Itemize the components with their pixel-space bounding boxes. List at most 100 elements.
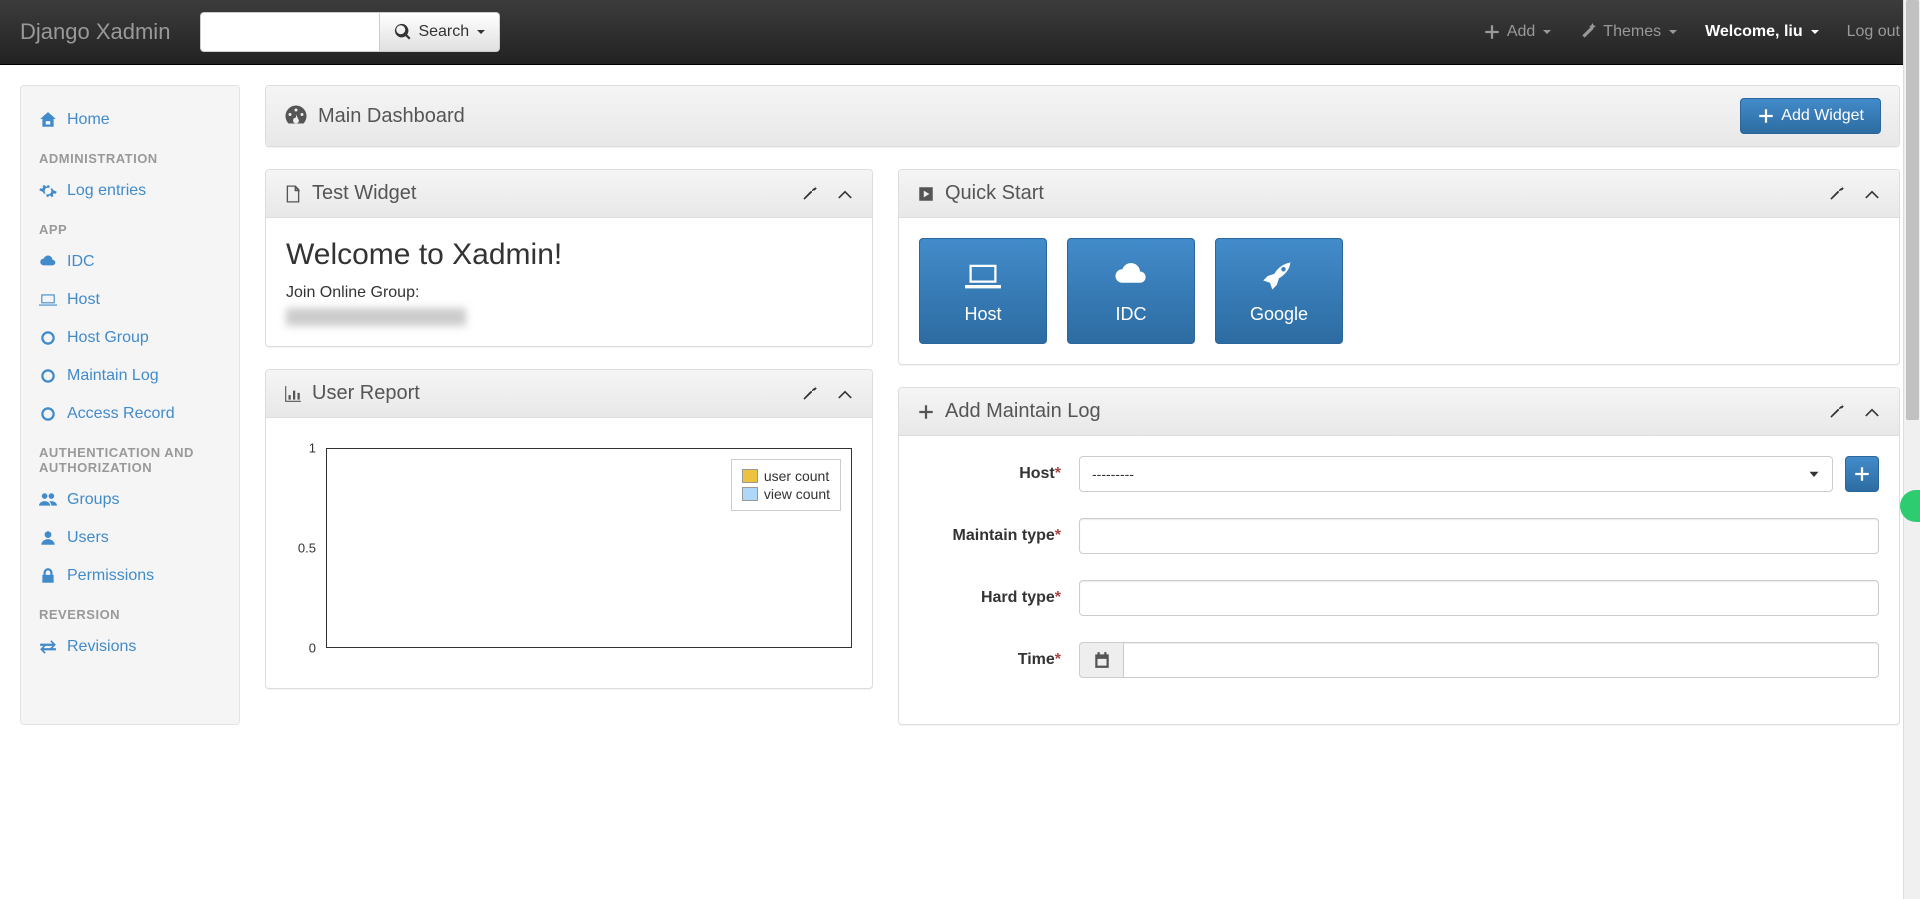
add-host-button[interactable] (1845, 456, 1879, 492)
sidebar-section-reversion: REVERSION (21, 595, 239, 628)
sidebar-section-administration: ADMINISTRATION (21, 139, 239, 172)
sidebar-item-log-entries[interactable]: Log entries (21, 172, 239, 210)
add-widget-label: Add Widget (1781, 107, 1864, 125)
add-menu[interactable]: Add (1483, 23, 1551, 41)
themes-label: Themes (1603, 23, 1661, 41)
users-icon (39, 491, 57, 509)
scrollbar-thumb[interactable] (1906, 0, 1919, 420)
maintain-type-label: Maintain type* (919, 527, 1079, 545)
sidebar-item-host-group[interactable]: Host Group (21, 319, 239, 357)
quick-start-host[interactable]: Host (919, 238, 1047, 344)
host-label: Host* (919, 465, 1079, 483)
search-button[interactable]: Search (380, 12, 500, 52)
wrench-icon[interactable] (800, 185, 818, 203)
quick-start-google[interactable]: Google (1215, 238, 1343, 344)
user-report-chart: 1 0.5 0 user count view count (286, 438, 852, 668)
dashboard-row: Test Widget Welcome to Xadmin! Join Onli… (265, 169, 1900, 725)
circle-icon (39, 405, 57, 423)
dashboard-icon (284, 104, 308, 128)
add-label: Add (1507, 23, 1535, 41)
sidebar: Home ADMINISTRATION Log entries APP IDC … (20, 85, 240, 725)
sidebar-label: Permissions (67, 567, 154, 585)
page-title: Main Dashboard (284, 104, 465, 128)
wrench-icon[interactable] (1827, 185, 1845, 203)
wrench-icon[interactable] (800, 385, 818, 403)
sidebar-label: Access Record (67, 405, 175, 423)
sidebar-item-home[interactable]: Home (21, 101, 239, 139)
search-input[interactable] (200, 12, 380, 52)
y-tick: 1 (309, 441, 316, 456)
bar-chart-icon (284, 385, 302, 403)
caret-icon (1811, 30, 1819, 34)
caret-icon (477, 30, 485, 34)
add-widget-button[interactable]: Add Widget (1740, 98, 1881, 134)
cloud-icon (39, 253, 57, 271)
chevron-up-icon[interactable] (836, 185, 854, 203)
lock-icon (39, 567, 57, 585)
qs-label: IDC (1116, 304, 1147, 325)
wrench-icon[interactable] (1827, 403, 1845, 421)
calendar-addon[interactable] (1079, 642, 1123, 678)
circle-icon (39, 367, 57, 385)
sidebar-label: Host Group (67, 329, 149, 347)
sidebar-item-users[interactable]: Users (21, 519, 239, 557)
quick-start-panel: Quick Start Host (898, 169, 1900, 365)
dashboard-header-panel: Main Dashboard Add Widget (265, 85, 1900, 147)
gear-icon (39, 182, 57, 200)
rocket-icon (1261, 258, 1297, 294)
sidebar-label: Home (67, 111, 110, 129)
brand-link[interactable]: Django Xadmin (20, 19, 170, 45)
test-widget-panel: Test Widget Welcome to Xadmin! Join Onli… (265, 169, 873, 347)
scrollbar[interactable] (1903, 0, 1920, 899)
search-button-label: Search (418, 23, 469, 41)
quick-start-title: Quick Start (917, 182, 1044, 205)
sidebar-label: Users (67, 529, 109, 547)
hard-type-input[interactable] (1079, 580, 1879, 616)
quick-start-idc[interactable]: IDC (1067, 238, 1195, 344)
maintain-type-input[interactable] (1079, 518, 1879, 554)
chevron-up-icon[interactable] (836, 385, 854, 403)
calendar-icon (1093, 651, 1111, 669)
home-icon (39, 111, 57, 129)
wand-icon (1579, 23, 1597, 41)
sidebar-item-permissions[interactable]: Permissions (21, 557, 239, 595)
logout-link[interactable]: Log out (1847, 23, 1900, 41)
navbar-right: Add Themes Welcome, liu Log out (1483, 23, 1900, 41)
sidebar-section-app: APP (21, 210, 239, 243)
welcome-label: Welcome, liu (1705, 23, 1803, 41)
user-report-panel: User Report 1 0.5 0 (265, 369, 873, 689)
cloud-icon (1113, 258, 1149, 294)
sidebar-item-host[interactable]: Host (21, 281, 239, 319)
sidebar-item-groups[interactable]: Groups (21, 481, 239, 519)
host-select[interactable]: --------- (1079, 456, 1833, 492)
panel-title-text: Quick Start (945, 182, 1044, 205)
chevron-up-icon[interactable] (1863, 403, 1881, 421)
panel-title-text: Test Widget (312, 182, 416, 205)
chart-legend: user count view count (731, 459, 841, 511)
test-widget-title: Test Widget (284, 182, 416, 205)
chevron-up-icon[interactable] (1863, 185, 1881, 203)
sidebar-label: Groups (67, 491, 119, 509)
themes-menu[interactable]: Themes (1579, 23, 1677, 41)
sidebar-item-maintain-log[interactable]: Maintain Log (21, 357, 239, 395)
dashboard-col-left: Test Widget Welcome to Xadmin! Join Onli… (265, 169, 873, 725)
plus-icon (917, 403, 935, 421)
sidebar-label: Maintain Log (67, 367, 159, 385)
sidebar-label: Host (67, 291, 100, 309)
sidebar-item-revisions[interactable]: Revisions (21, 628, 239, 666)
search-group: Search (200, 12, 500, 52)
hard-type-label: Hard type* (919, 589, 1079, 607)
main-container: Home ADMINISTRATION Log entries APP IDC … (0, 65, 1920, 745)
caret-icon (1543, 30, 1551, 34)
sidebar-label: Revisions (67, 638, 136, 656)
panel-title-text: Add Maintain Log (945, 400, 1101, 423)
user-icon (39, 529, 57, 547)
user-menu[interactable]: Welcome, liu (1705, 23, 1819, 41)
host-select-value: --------- (1092, 466, 1134, 482)
sidebar-item-access-record[interactable]: Access Record (21, 395, 239, 433)
sidebar-item-idc[interactable]: IDC (21, 243, 239, 281)
sidebar-label: IDC (67, 253, 95, 271)
legend-view-count: view count (764, 486, 830, 502)
file-icon (284, 185, 302, 203)
time-input[interactable] (1123, 642, 1879, 678)
